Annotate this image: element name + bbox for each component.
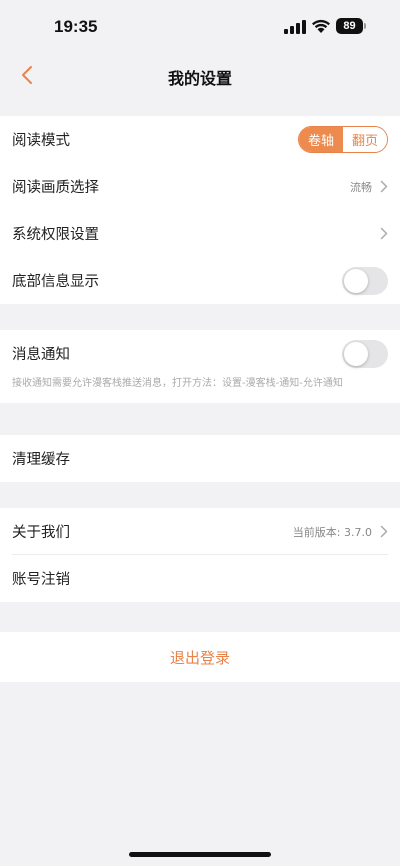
logout-button[interactable]: 退出登录 — [0, 632, 400, 682]
settings-group-notifications: 消息通知 接收通知需要允许漫客栈推送消息，打开方法：设置-漫客栈-通知-允许通知 — [0, 330, 400, 403]
signal-icon — [284, 20, 306, 34]
permissions-label: 系统权限设置 — [12, 227, 99, 243]
clear-cache-label: 清理缓存 — [12, 452, 70, 468]
clear-cache-row[interactable]: 清理缓存 — [0, 435, 400, 482]
app-version: 当前版本: 3.7.0 — [292, 525, 372, 539]
bottom-info-toggle[interactable] — [342, 266, 388, 295]
nav-bar: 我的设置 — [0, 52, 400, 98]
wifi-icon — [312, 19, 330, 33]
notifications-label: 消息通知 — [12, 347, 70, 363]
page-title: 我的设置 — [167, 69, 232, 88]
chevron-right-icon — [380, 525, 388, 538]
toggle-knob — [344, 268, 368, 293]
chevron-right-icon — [380, 227, 388, 240]
permissions-row[interactable]: 系统权限设置 — [0, 210, 400, 257]
chevron-right-icon — [380, 180, 388, 193]
reading-mode-row: 阅读模式 卷轴 翻页 — [0, 116, 400, 163]
battery-level: 89 — [343, 20, 356, 32]
toggle-knob — [344, 341, 368, 366]
about-row[interactable]: 关于我们 当前版本: 3.7.0 — [0, 508, 400, 555]
home-indicator — [129, 852, 271, 857]
notifications-toggle[interactable] — [342, 339, 388, 368]
reading-mode-option-scroll[interactable]: 卷轴 — [299, 127, 343, 152]
image-quality-label: 阅读画质选择 — [12, 180, 99, 196]
bottom-info-label: 底部信息显示 — [12, 274, 99, 290]
image-quality-value: 流畅 — [350, 180, 372, 194]
battery-icon: 89 — [336, 18, 363, 34]
delete-account-row[interactable]: 账号注销 — [0, 555, 400, 602]
delete-account-label: 账号注销 — [12, 572, 70, 588]
notifications-hint: 接收通知需要允许漫客栈推送消息，打开方法：设置-漫客栈-通知-允许通知 — [12, 378, 343, 389]
battery-tip — [364, 23, 366, 29]
image-quality-row[interactable]: 阅读画质选择 流畅 — [0, 163, 400, 210]
bottom-info-row: 底部信息显示 — [0, 257, 400, 304]
reading-mode-option-page[interactable]: 翻页 — [343, 127, 387, 152]
notifications-row: 消息通知 — [0, 330, 400, 377]
settings-group-about: 关于我们 当前版本: 3.7.0 账号注销 — [0, 508, 400, 602]
status-bar: 19:35 89 — [0, 0, 400, 52]
logout-label: 退出登录 — [169, 648, 230, 667]
status-time: 19:35 — [54, 17, 98, 36]
about-label: 关于我们 — [12, 525, 70, 541]
reading-mode-label: 阅读模式 — [12, 133, 70, 149]
settings-group-reading: 阅读模式 卷轴 翻页 阅读画质选择 流畅 系统权限设置 底部信息显示 — [0, 116, 400, 304]
settings-group-cache: 清理缓存 — [0, 435, 400, 482]
reading-mode-segmented-control[interactable]: 卷轴 翻页 — [298, 126, 388, 153]
